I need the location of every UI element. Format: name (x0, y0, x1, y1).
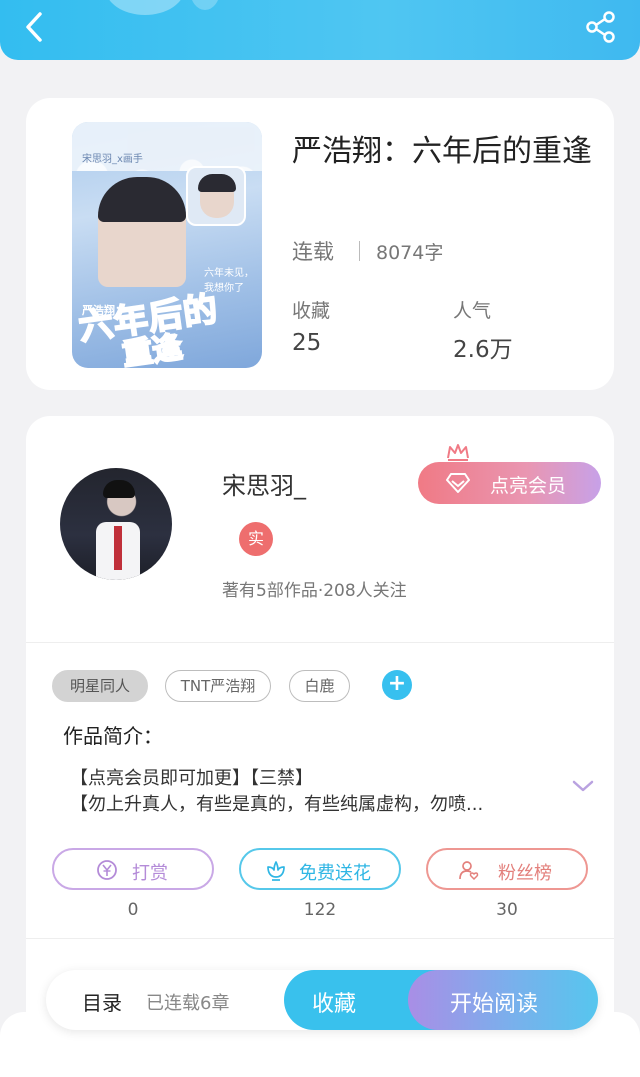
cover-top-text: 宋思羽_x画手 (82, 154, 143, 165)
book-info-card: 宋思羽_x画手 六年未见，我想你了 严浩翔： 六年后的 重逢 严浩翔：六年后的重… (26, 98, 614, 390)
intro-line: 【点亮会员即可加更】【三禁】 (70, 768, 313, 789)
decorative-bubble (190, 0, 220, 10)
book-cover[interactable]: 宋思羽_x画手 六年未见，我想你了 严浩翔： 六年后的 重逢 (72, 122, 262, 368)
crown-icon (447, 444, 469, 461)
tip-count: 0 (127, 900, 139, 920)
tip-button-label: 打赏 (132, 863, 168, 884)
favorites-count: 25 (292, 330, 322, 356)
toc-button[interactable]: 目录 (82, 987, 122, 1016)
add-tag-button[interactable]: + (382, 670, 412, 700)
fan-count: 30 (496, 900, 518, 920)
send-flower-button-label: 免费送花 (299, 863, 371, 884)
divider (26, 642, 614, 643)
send-flower-button[interactable]: 免费送花 (239, 848, 401, 890)
fan-ranking-button-label: 粉丝榜 (498, 863, 552, 884)
verified-badge: 实 (239, 522, 273, 556)
author-avatar[interactable] (60, 468, 172, 580)
share-button[interactable] (584, 10, 618, 44)
vip-button-label: 点亮会员 (490, 475, 567, 497)
start-reading-button[interactable]: 开始阅读 (408, 970, 598, 1030)
flower-icon (267, 861, 285, 881)
tip-button[interactable]: 打赏 (52, 848, 214, 890)
cover-figure-hair (98, 177, 186, 222)
start-reading-button-label: 开始阅读 (450, 992, 539, 1017)
cover-title-line2: 重逢 (119, 329, 185, 368)
book-title: 严浩翔：六年后的重逢 (292, 134, 592, 169)
decorative-bubble (105, 0, 185, 15)
favorites-label: 收藏 (292, 300, 331, 322)
fan-ranking-button[interactable]: 粉丝榜 (426, 848, 588, 890)
share-icon (586, 11, 615, 43)
user-heart-icon (459, 861, 479, 881)
back-button[interactable] (20, 10, 50, 44)
intro-line: 【勿上升真人，有些是真的，有些纯属虚构，勿喷... (70, 794, 484, 815)
tag-tnt-yanhaoxiang[interactable]: TNT严浩翔 (165, 670, 271, 702)
tag-bailu[interactable]: 白鹿 (289, 670, 350, 702)
intro-title: 作品简介： (63, 724, 163, 748)
author-stats: 著有5部作品·208人关注 (222, 581, 407, 601)
top-bar (0, 0, 640, 60)
tag-celebrity-fanfic[interactable]: 明星同人 (52, 670, 148, 702)
author-name[interactable]: 宋思羽_ (222, 466, 306, 501)
popularity-count: 2.6万 (453, 337, 513, 363)
chapter-count: 已连载6章 (146, 993, 230, 1014)
vip-button[interactable]: 点亮会员 (418, 462, 601, 504)
favorite-button-label: 收藏 (312, 992, 357, 1017)
popularity-label: 人气 (453, 300, 492, 322)
flower-count: 122 (303, 900, 337, 920)
cover-inset-hair (198, 174, 236, 192)
diamond-icon (446, 473, 470, 493)
divider (359, 241, 360, 261)
chevron-left-icon (26, 12, 42, 42)
yen-coin-icon (97, 860, 117, 880)
word-count: 8074字 (376, 242, 444, 264)
avatar-hair (103, 480, 135, 498)
bottom-action-bar: 目录 已连载6章 收藏 开始阅读 (46, 970, 598, 1030)
avatar-tie (114, 526, 122, 570)
divider (26, 938, 614, 939)
chevron-down-icon[interactable] (571, 778, 595, 794)
serial-status: 连载 (292, 240, 334, 264)
